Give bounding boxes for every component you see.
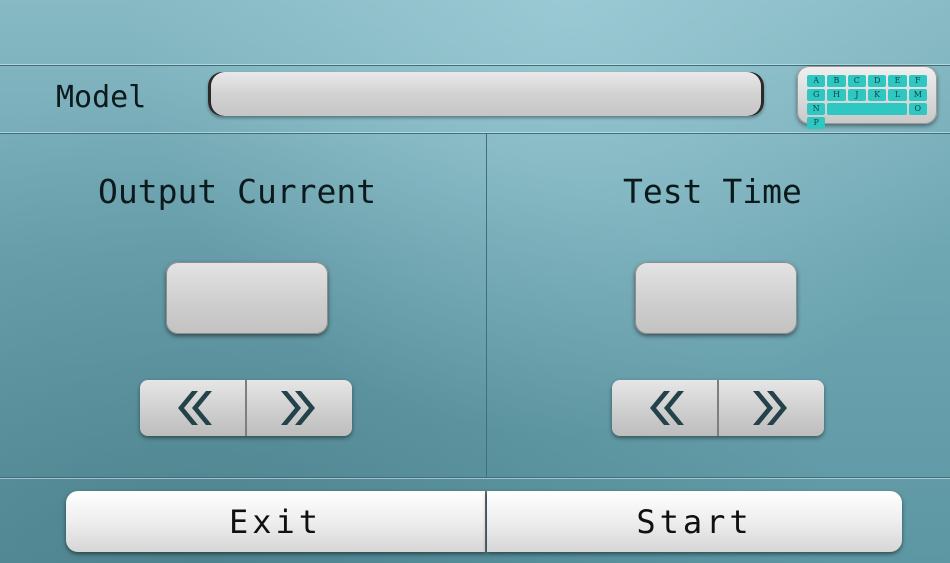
output-current-decrease-button[interactable] xyxy=(140,380,245,436)
kbd-key: P xyxy=(807,117,826,129)
kbd-key: C xyxy=(847,75,866,87)
kbd-key: H xyxy=(827,89,846,101)
exit-button[interactable]: Exit xyxy=(66,491,486,552)
kbd-key: E xyxy=(888,75,907,87)
double-chevron-right-icon xyxy=(752,391,787,425)
test-time-stepper xyxy=(612,380,824,436)
double-chevron-right-icon xyxy=(280,391,315,425)
test-time-title: Test Time xyxy=(623,172,802,211)
bottom-divider-highlight xyxy=(0,478,950,479)
kbd-key: A xyxy=(807,75,826,87)
start-button[interactable]: Start xyxy=(487,491,902,552)
kbd-key: N xyxy=(807,103,826,115)
kbd-key: K xyxy=(868,89,887,101)
test-time-decrease-button[interactable] xyxy=(612,380,717,436)
kbd-key: D xyxy=(868,75,887,87)
kbd-key: B xyxy=(827,75,846,87)
test-time-increase-button[interactable] xyxy=(717,380,824,436)
test-time-value[interactable] xyxy=(635,262,797,334)
model-label: Model xyxy=(56,80,147,115)
kbd-key: G xyxy=(807,89,826,101)
keyboard-button[interactable]: A B C D E F G H J K L M N O P xyxy=(797,66,937,129)
output-current-value[interactable] xyxy=(166,262,328,334)
output-current-title: Output Current xyxy=(98,172,377,211)
kbd-space-bar xyxy=(827,103,907,115)
model-input[interactable] xyxy=(208,72,764,116)
kbd-key: M xyxy=(908,89,927,101)
kbd-key: J xyxy=(847,89,866,101)
kbd-key: L xyxy=(888,89,907,101)
double-chevron-left-icon xyxy=(177,391,212,425)
keyboard-icon: A B C D E F G H J K L M N O P xyxy=(807,75,927,129)
vertical-divider xyxy=(486,134,487,477)
kbd-key: O xyxy=(908,103,927,115)
output-current-stepper xyxy=(140,380,352,436)
kbd-key: F xyxy=(908,75,927,87)
header-divider xyxy=(0,133,950,134)
double-chevron-left-icon xyxy=(649,391,684,425)
output-current-increase-button[interactable] xyxy=(245,380,352,436)
